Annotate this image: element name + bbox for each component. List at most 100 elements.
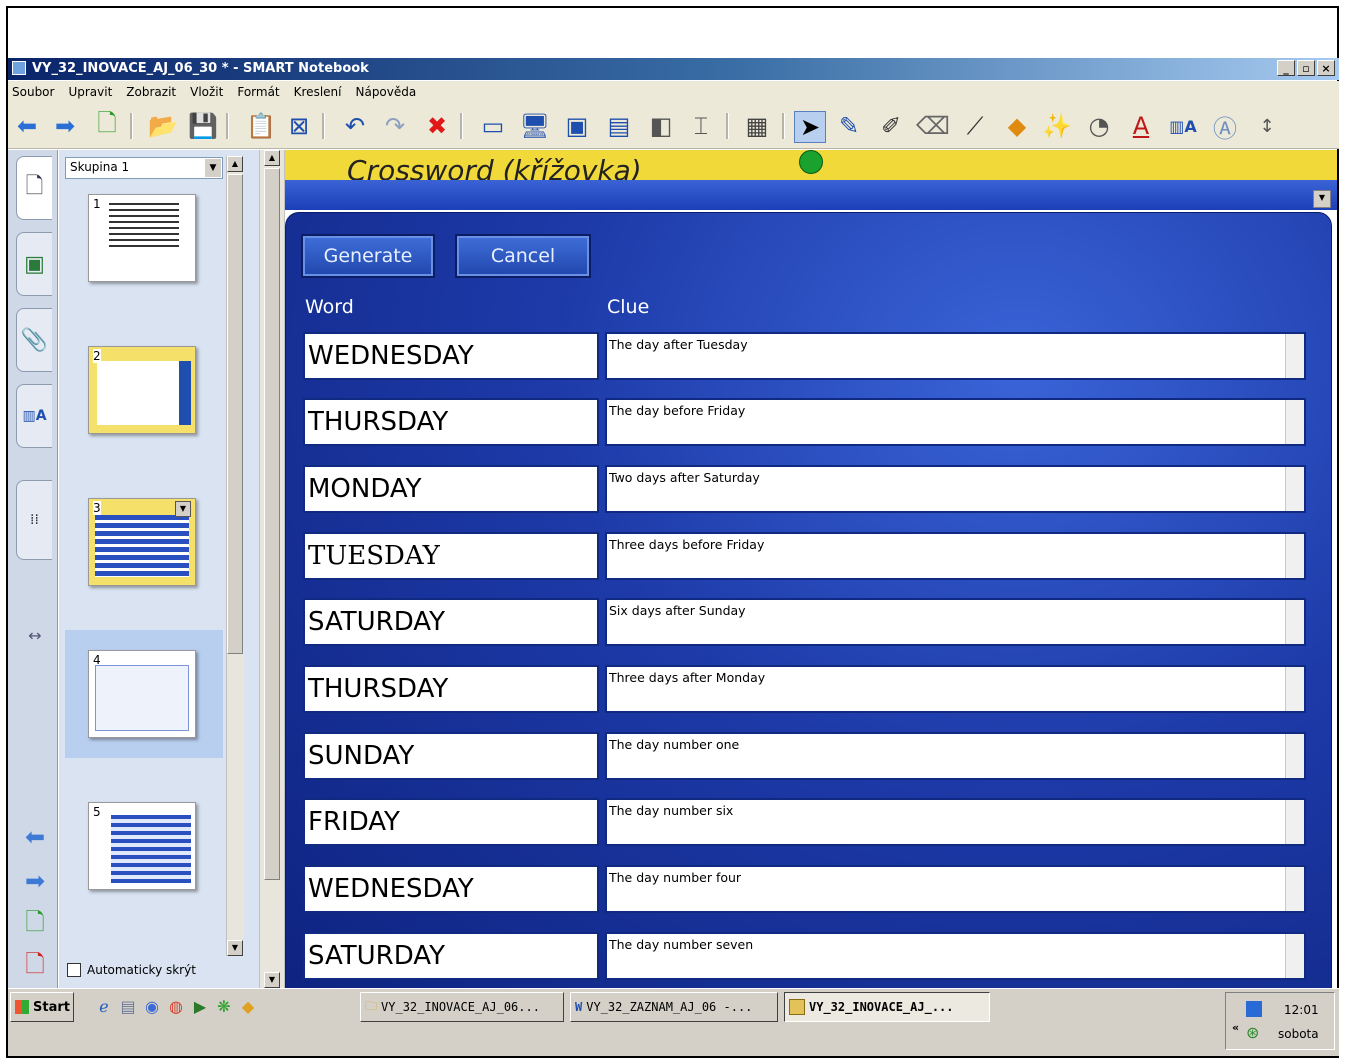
generate-button[interactable]: Generate [301, 234, 435, 278]
move-toolbar-icon[interactable]: ↕ [1252, 111, 1282, 141]
scroll-thumb[interactable] [227, 174, 243, 654]
paste-icon[interactable]: 📋 [246, 111, 276, 141]
addons-tab[interactable]: ⁞⁞ [16, 480, 52, 560]
clue-field[interactable]: Six days after Sunday [605, 598, 1306, 646]
dual-page-icon[interactable]: ▣ [562, 111, 592, 141]
fill-icon[interactable]: ◔ [1084, 111, 1114, 141]
word-field[interactable]: WEDNESDAY [303, 865, 599, 913]
clue-field[interactable]: The day number four [605, 865, 1306, 913]
table-icon[interactable]: ▦ [742, 111, 772, 141]
word-field[interactable]: TUESDAY [303, 532, 599, 580]
delete-page-icon[interactable]: ⊠ [284, 111, 314, 141]
eraser-icon[interactable]: ⌫ [916, 111, 950, 141]
next-page-icon[interactable]: ➡ [20, 866, 50, 896]
previous-page-icon[interactable]: ⬅ [20, 822, 50, 852]
scroll-up-button[interactable]: ▲ [227, 156, 243, 172]
canvas-scroll-thumb[interactable] [264, 168, 280, 880]
back-icon[interactable]: ⬅ [12, 111, 42, 141]
clue-field[interactable]: Three days after Monday [605, 665, 1306, 713]
menu-napoveda[interactable]: Nápověda [355, 85, 416, 99]
menu-kresleni[interactable]: Kreslení [294, 85, 342, 99]
select-icon[interactable]: ➤ [794, 111, 826, 143]
word-field[interactable]: MONDAY [303, 465, 599, 513]
sorter-scrollbar[interactable]: ▲ ▼ [226, 156, 244, 956]
clock-day[interactable]: sobota [1278, 1027, 1319, 1041]
add-page-sidebar-icon[interactable]: 🗋 [20, 908, 50, 940]
chevron-down-icon[interactable]: ▼ [205, 159, 221, 177]
canvas-scrollbar[interactable]: ▲ ▼ [259, 150, 285, 988]
add-page-icon[interactable]: 🗋 [92, 109, 122, 141]
page-thumbnail-5[interactable]: 5 [88, 802, 196, 890]
app-icon[interactable]: ◉ [142, 996, 162, 1016]
tray-app-icon[interactable] [1246, 1001, 1262, 1017]
clue-field[interactable]: The day after Tuesday [605, 332, 1306, 380]
word-field[interactable]: THURSDAY [303, 665, 599, 713]
scroll-down-button[interactable]: ▼ [227, 940, 243, 956]
close-button[interactable]: × [1317, 60, 1335, 76]
media-player-icon[interactable]: ▶ [190, 996, 210, 1016]
word-field[interactable]: SATURDAY [303, 932, 599, 980]
delete-page-sidebar-icon[interactable]: 🗋 [20, 950, 50, 982]
page-sorter-tab[interactable]: 🗋 [16, 156, 52, 220]
restore-button[interactable]: ▫ [1297, 60, 1315, 76]
page-thumbnail-4[interactable]: 4 [88, 650, 196, 738]
game-icon[interactable]: ❋ [214, 996, 234, 1016]
forward-icon[interactable]: ➡ [50, 111, 80, 141]
screen-shade-icon[interactable]: ▭ [478, 111, 508, 141]
cancel-button[interactable]: Cancel [455, 234, 591, 278]
canvas-scroll-up-button[interactable]: ▲ [264, 150, 280, 166]
word-field[interactable]: FRIDAY [303, 798, 599, 846]
magic-pen-icon[interactable]: ✨ [1042, 111, 1072, 141]
internet-explorer-icon[interactable]: ℯ [94, 996, 114, 1016]
shortcut-icon[interactable]: ◆ [238, 996, 258, 1016]
autohide-option[interactable]: Automaticky skrýt [67, 963, 196, 977]
toolbar-options-icon[interactable]: ⌶ [686, 111, 716, 141]
whiteboard-canvas[interactable]: Crossword (křížovka) ▼ Generate Cancel W… [285, 150, 1337, 988]
task-word[interactable]: W VY_32_ZAZNAM_AJ_06 -... [570, 992, 778, 1022]
open-icon[interactable]: 📂 [148, 111, 178, 141]
task-explorer[interactable]: 🗀 VY_32_INOVACE_AJ_06... [360, 992, 564, 1022]
redo-icon[interactable]: ↷ [380, 111, 410, 141]
clue-field[interactable]: Two days after Saturday [605, 465, 1306, 513]
rotate-handle-icon[interactable] [799, 150, 823, 174]
capture-icon[interactable]: ▤ [604, 111, 634, 141]
recognize-icon[interactable]: Ⓐ [1210, 111, 1240, 143]
chrome-icon[interactable]: ◍ [166, 996, 186, 1016]
menu-vlozit[interactable]: Vložit [190, 85, 223, 99]
calculator-icon[interactable]: ▤ [118, 996, 138, 1016]
pen-icon[interactable]: ✎ [834, 111, 864, 141]
properties-icon[interactable]: ▥A [1168, 111, 1198, 141]
clue-field[interactable]: The day before Friday [605, 398, 1306, 446]
menu-soubor[interactable]: Soubor [12, 85, 54, 99]
object-menu-icon[interactable]: ▼ [1313, 190, 1331, 208]
shapes-icon[interactable]: ◆ [1002, 111, 1032, 141]
word-field[interactable]: THURSDAY [303, 398, 599, 446]
network-icon[interactable]: ⊛ [1246, 1023, 1259, 1042]
delete-icon[interactable]: ✖ [422, 111, 452, 141]
start-button[interactable]: Start [10, 992, 74, 1022]
task-notebook[interactable]: VY_32_INOVACE_AJ_... [784, 992, 990, 1022]
line-icon[interactable]: ⟋ [960, 111, 990, 141]
creative-pen-icon[interactable]: ✐ [876, 111, 906, 141]
page-thumbnail-2[interactable]: 2 [88, 346, 196, 434]
word-field[interactable]: WEDNESDAY [303, 332, 599, 380]
attachments-tab[interactable]: 📎 [16, 308, 52, 372]
full-screen-icon[interactable]: 🖥 [520, 111, 550, 141]
autohide-checkbox[interactable] [67, 963, 81, 977]
page-menu-icon[interactable]: ▼ [175, 501, 191, 517]
clue-field[interactable]: The day number seven [605, 932, 1306, 980]
properties-tab[interactable]: ▥A [16, 384, 52, 448]
document-camera-icon[interactable]: ◧ [646, 111, 676, 141]
clue-field[interactable]: The day number six [605, 798, 1306, 846]
page-thumbnail-1[interactable]: 1 [88, 194, 196, 282]
menu-zobrazit[interactable]: Zobrazit [126, 85, 176, 99]
page-thumbnail-3[interactable]: 3 ▼ [88, 498, 196, 586]
menu-format[interactable]: Formát [237, 85, 279, 99]
resize-sidebar-icon[interactable]: ↔ [20, 620, 50, 650]
gallery-tab[interactable]: ▣ [16, 232, 52, 296]
menu-upravit[interactable]: Upravit [68, 85, 112, 99]
word-field[interactable]: SUNDAY [303, 732, 599, 780]
minimize-button[interactable]: _ [1277, 60, 1295, 76]
show-hidden-icons[interactable]: « [1232, 1021, 1239, 1034]
word-field[interactable]: SATURDAY [303, 598, 599, 646]
